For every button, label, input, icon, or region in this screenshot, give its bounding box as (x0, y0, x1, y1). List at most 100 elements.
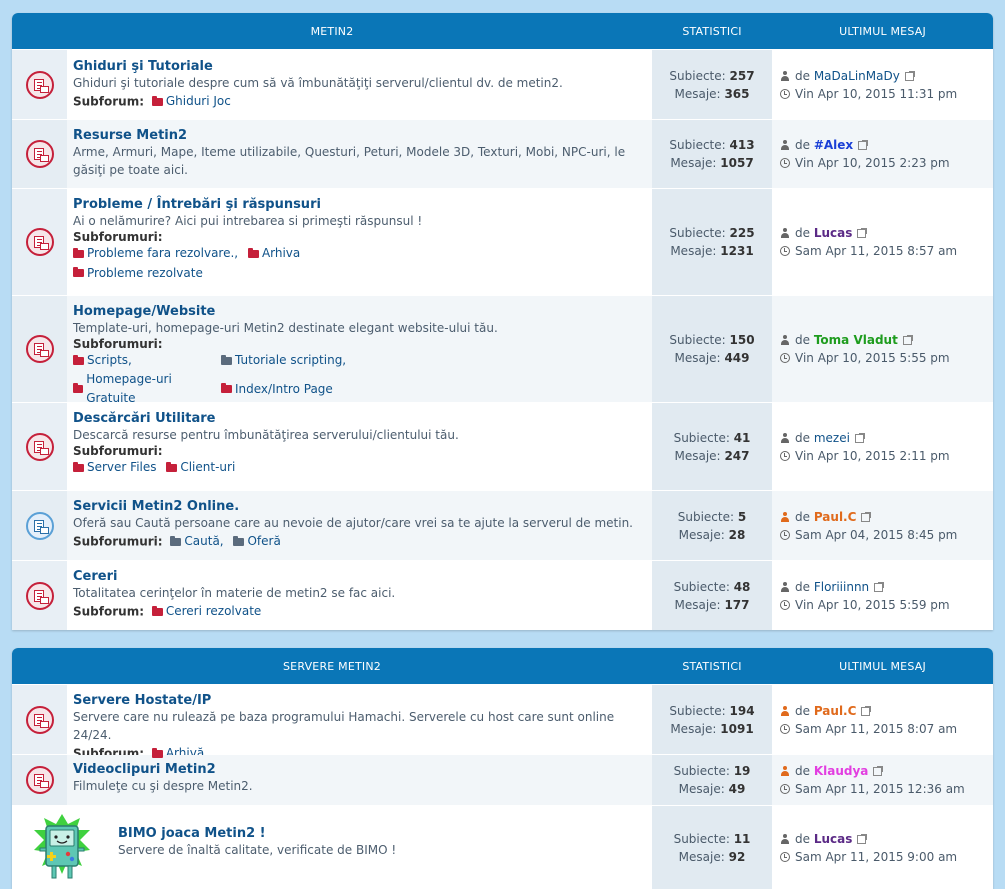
topics-count: 150 (729, 333, 755, 347)
subforum-link[interactable]: Client-uri (166, 458, 235, 477)
last-post: de mezei Vin Apr 10, 2015 2:11 pm (772, 403, 993, 490)
forum-description: Servere de înaltă calitate, verificate d… (118, 843, 397, 857)
last-post: de #Alex Vin Apr 10, 2015 2:23 pm (772, 120, 993, 188)
clock-icon (780, 88, 790, 99)
forum-title[interactable]: Probleme / Întrebări şi răspunsuri (73, 197, 321, 212)
view-latest-post-icon[interactable] (873, 766, 884, 776)
last-post-author[interactable]: Klaudya (814, 764, 869, 778)
last-post-author[interactable]: Lucas (814, 226, 853, 240)
posts-count: 92 (728, 849, 746, 864)
last-post-author[interactable]: #Alex (814, 138, 853, 152)
category-title[interactable]: SERVERE METIN2 (12, 660, 652, 673)
view-latest-post-icon[interactable] (904, 70, 915, 81)
forum-title[interactable]: Descărcări Utilitare (73, 411, 215, 426)
forum-icon (12, 50, 67, 119)
stats-header: STATISTICI (682, 24, 742, 38)
subforum-link[interactable]: Probleme rezolvate (73, 264, 203, 283)
last-post-date: Vin Apr 10, 2015 2:23 pm (795, 156, 950, 170)
last-post-header: ULTIMUL MESAJ (839, 659, 926, 673)
forum-title[interactable]: Servicii Metin2 Online. (73, 499, 239, 514)
posts-count: 1091 (720, 721, 754, 736)
view-latest-post-icon[interactable] (861, 511, 872, 522)
last-post-date: Sam Apr 04, 2015 8:45 pm (795, 527, 958, 542)
category-title[interactable]: METIN2 (12, 25, 652, 38)
subforum-label: Subforum: (73, 604, 145, 619)
forum-icon (12, 120, 67, 188)
forum-stats: Subiecte: 48 Mesaje: 177 (652, 561, 772, 630)
topics-count: 19 (733, 764, 751, 778)
subforum-link[interactable]: Caută, (170, 532, 224, 551)
folder-icon (166, 461, 178, 472)
last-post: de Lucas Sam Apr 11, 2015 9:00 am (772, 806, 993, 889)
subforum-link[interactable]: Arhiva (247, 244, 300, 263)
posts-count: 28 (728, 527, 746, 542)
view-latest-post-icon[interactable] (854, 432, 865, 443)
last-post-date: Vin Apr 10, 2015 5:55 pm (795, 351, 950, 365)
forum-description: Servere care nu rulează pe baza programu… (73, 710, 615, 742)
topics-count: 5 (737, 509, 747, 524)
forum-title[interactable]: Homepage/Website (73, 304, 215, 319)
bmo-avatar-icon (34, 813, 90, 878)
subforum-link[interactable]: Scripts, (73, 351, 215, 370)
user-icon (780, 766, 790, 776)
folder-icon (247, 247, 259, 258)
view-latest-post-icon[interactable] (857, 833, 868, 844)
topics-count: 413 (729, 138, 755, 152)
last-post-date: Sam Apr 11, 2015 8:57 am (795, 244, 958, 258)
forum-icon (12, 561, 67, 630)
view-latest-post-icon[interactable] (857, 228, 868, 238)
last-post: de MaDaLinMaDy Vin Apr 10, 2015 11:31 pm (772, 50, 993, 119)
last-post-date: Vin Apr 10, 2015 5:59 pm (795, 597, 950, 612)
user-icon (780, 70, 790, 81)
clock-icon (780, 158, 790, 168)
forum-description: Template-uri, homepage-uri Metin2 destin… (73, 321, 498, 335)
forum-avatar (12, 806, 112, 889)
forum-title[interactable]: Cereri (73, 569, 117, 584)
last-post-author[interactable]: Floriiinnn (814, 580, 869, 594)
user-icon (780, 705, 790, 716)
folder-icon (73, 461, 84, 472)
view-latest-post-icon[interactable] (858, 140, 869, 150)
subforum-link[interactable]: Server Files (73, 458, 157, 477)
last-post-author[interactable]: MaDaLinMaDy (814, 69, 900, 83)
user-icon (780, 833, 790, 844)
forum-row: Servere Hostate/IP Servere care nu rulea… (12, 684, 993, 761)
category-header: SERVERE METIN2 STATISTICI ULTIMUL MESAJ (12, 648, 993, 684)
last-post: de Lucas Sam Apr 11, 2015 8:57 am (772, 189, 993, 295)
last-post: de Floriiinnn Vin Apr 10, 2015 5:59 pm (772, 561, 993, 630)
subforum-link[interactable]: Probleme fara rezolvare., (73, 244, 238, 263)
folder-icon (73, 383, 84, 393)
subforum-link[interactable]: Ghiduri Joc (151, 92, 231, 111)
clock-icon (780, 246, 790, 256)
forum-row: Descărcări Utilitare Descarcă resurse pe… (12, 402, 993, 490)
last-post-author[interactable]: Paul.C (814, 704, 857, 718)
user-icon (780, 432, 790, 443)
forum-title[interactable]: Videoclipuri Metin2 (73, 762, 216, 777)
folder-icon (170, 535, 182, 546)
forum-title[interactable]: Servere Hostate/IP (73, 693, 211, 708)
forum-title[interactable]: Resurse Metin2 (73, 128, 187, 143)
last-post-author[interactable]: mezei (814, 431, 850, 445)
subforum-link[interactable]: Tutoriale scripting, (221, 351, 638, 370)
subforum-link[interactable]: Cereri rezolvate (151, 602, 261, 621)
clock-icon (780, 529, 790, 540)
forum-row: Ghiduri şi Tutoriale Ghiduri şi tutorial… (12, 49, 993, 119)
last-post-author[interactable]: Toma Vladut (814, 333, 898, 347)
view-latest-post-icon[interactable] (902, 335, 913, 345)
last-post-date: Vin Apr 10, 2015 2:11 pm (795, 448, 950, 463)
forum-row: Cereri Totalitatea cerinţelor în materie… (12, 560, 993, 630)
last-post-author[interactable]: Lucas (814, 832, 853, 846)
subforum-label: Subforum: (73, 94, 145, 109)
view-latest-post-icon[interactable] (861, 705, 872, 716)
forum-stats: Subiecte: 225 Mesaje: 1231 (652, 189, 772, 295)
last-post-header: ULTIMUL MESAJ (839, 24, 926, 38)
topics-count: 257 (729, 68, 755, 83)
subforum-link[interactable]: Oferă (233, 532, 281, 551)
forum-stats: Subiecte: 5 Mesaje: 28 (652, 491, 772, 560)
forum-stats: Subiecte: 19 Mesaje: 49 (652, 755, 772, 805)
view-latest-post-icon[interactable] (874, 581, 885, 592)
last-post-date: Sam Apr 11, 2015 9:00 am (795, 849, 958, 864)
forum-title[interactable]: BIMO joaca Metin2 ! (118, 826, 266, 841)
last-post-author[interactable]: Paul.C (814, 510, 857, 524)
forum-title[interactable]: Ghiduri şi Tutoriale (73, 59, 213, 74)
